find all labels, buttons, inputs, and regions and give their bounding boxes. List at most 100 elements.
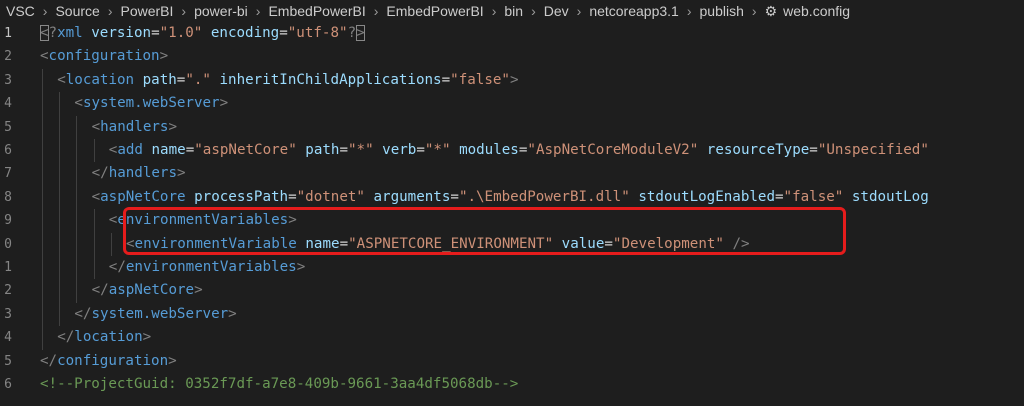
code-token-tag: add [117, 142, 143, 158]
line-number: 7 [4, 166, 12, 182]
code-line[interactable]: </aspNetCore> [92, 279, 203, 302]
code-token-eq: = [185, 142, 195, 158]
breadcrumb-item[interactable]: Source [53, 3, 101, 19]
code-token-str: "false" [783, 188, 844, 205]
code-line[interactable]: <configuration> [40, 45, 168, 68]
code-token-punct: </ [108, 259, 126, 275]
code-token-eq: = [441, 71, 451, 88]
code-token-str: "aspNetCore" [194, 142, 297, 158]
code-token-eq: = [775, 188, 784, 205]
code-token-punct: > [356, 25, 365, 41]
code-line[interactable]: </system.webServer> [74, 303, 236, 326]
code-line[interactable]: </configuration> [40, 350, 177, 373]
code-token-eq: = [151, 25, 160, 41]
code-token-tag: handlers [108, 165, 178, 182]
breadcrumb-item[interactable]: power-bi [192, 3, 250, 19]
chevron-right-icon: › [491, 3, 497, 19]
code-token-punct: > [168, 118, 178, 135]
line-number: 2 [4, 49, 12, 65]
indent-guide [93, 209, 95, 280]
line-number: 2 [4, 283, 12, 299]
code-line[interactable]: </location> [57, 326, 151, 349]
code-token-tag: handlers [100, 118, 169, 135]
code-token-str: ".\EmbedPowerBI.dll" [458, 188, 630, 205]
breadcrumb-item[interactable]: EmbedPowerBI [384, 3, 485, 19]
code-token-punct: > [219, 95, 229, 112]
code-token-tag: environmentVariables [125, 259, 297, 275]
code-token-tag: xml [57, 25, 83, 41]
code-token-punct: > [142, 329, 152, 346]
highlight-annotation-box [123, 207, 846, 255]
code-token-punct: > [194, 282, 203, 299]
code-token-attr: processPath [194, 188, 289, 205]
indent-guide [42, 68, 43, 350]
breadcrumb-item[interactable]: PowerBI [119, 3, 176, 19]
code-token-tag: configuration [57, 352, 169, 369]
code-token-attr: path [305, 142, 340, 158]
code-line[interactable]: <?xml version="1.0" encoding="utf-8"?> [40, 22, 365, 45]
code-token-eq: = [279, 25, 288, 41]
code-token-attr: path [142, 71, 177, 88]
breadcrumb-item[interactable]: bin [502, 3, 525, 19]
code-token-attr: encoding [210, 25, 280, 41]
code-token-str: "*" [348, 142, 374, 158]
breadcrumb-item[interactable]: netcoreapp3.1 [587, 3, 681, 19]
line-number: 6 [4, 143, 12, 158]
indent-guide [93, 139, 95, 163]
code-token-tag: location [65, 71, 135, 88]
line-number: 9 [4, 213, 12, 229]
code-token-punct: > [228, 305, 237, 322]
chevron-right-icon: › [686, 3, 692, 19]
code-token-str: "AspNetCoreModuleV2" [527, 142, 699, 158]
breadcrumb-item[interactable]: EmbedPowerBI [266, 3, 367, 19]
code-token-punct: > [168, 352, 177, 369]
chevron-right-icon: › [255, 3, 261, 19]
indent-guide [76, 115, 78, 303]
indent-guide [59, 92, 61, 327]
code-token-punct: > [296, 259, 306, 275]
code-token-str: "false" [450, 71, 510, 88]
line-number: 1 [4, 26, 12, 41]
code-line[interactable]: <!--ProjectGuid: 0352f7df-a7e8-409b-9661… [40, 373, 518, 396]
code-token-attr: modules [459, 142, 519, 158]
code-token-eq: = [339, 142, 348, 158]
code-line[interactable]: </handlers> [92, 162, 186, 185]
breadcrumb-file[interactable]: web.config [781, 3, 852, 19]
chevron-right-icon: › [42, 3, 48, 19]
code-line[interactable]: <handlers> [92, 116, 177, 139]
code-token-comment: <!--ProjectGuid: 0352f7df-a7e8-409b-9661… [40, 376, 519, 392]
line-number-gutter: 1 2 3 4 5 6 7 8 9 0 1 2 3 4 5 6 [0, 22, 30, 406]
code-token-punct: < [91, 118, 101, 135]
code-line[interactable]: <aspNetCore processPath="dotnet" argumen… [92, 186, 929, 209]
breadcrumb-item[interactable]: Dev [542, 3, 571, 19]
gear-icon: ⚙ [764, 2, 778, 19]
code-token-str: "." [185, 71, 211, 88]
code-token-punct: > [509, 71, 519, 88]
breadcrumb-item[interactable]: VSC [0, 3, 37, 19]
line-number: 4 [4, 330, 12, 346]
code-line[interactable]: <location path = "." inheritInChildApplica… [57, 69, 518, 92]
code-token-attr: stdoutLogEnabled [638, 188, 775, 205]
code-line[interactable]: </environmentVariables> [109, 256, 305, 279]
code-token-tag: aspNetCore [108, 282, 195, 299]
code-token-punct: </ [57, 329, 75, 346]
indent-guide [110, 232, 112, 256]
code-line[interactable]: <add name="aspNetCore" path="*" verb="*"… [109, 139, 929, 162]
line-number: 4 [4, 96, 12, 112]
code-token-punct: ? [347, 25, 357, 41]
code-token-punct: </ [74, 305, 92, 322]
code-token-punct: < [91, 188, 101, 205]
code-token-str: "1.0" [159, 25, 203, 41]
breadcrumb-item[interactable]: publish [698, 3, 746, 19]
code-token-attr: name [151, 142, 186, 158]
code-line[interactable]: <system.webServer> [74, 92, 228, 115]
chevron-right-icon: › [107, 3, 113, 19]
